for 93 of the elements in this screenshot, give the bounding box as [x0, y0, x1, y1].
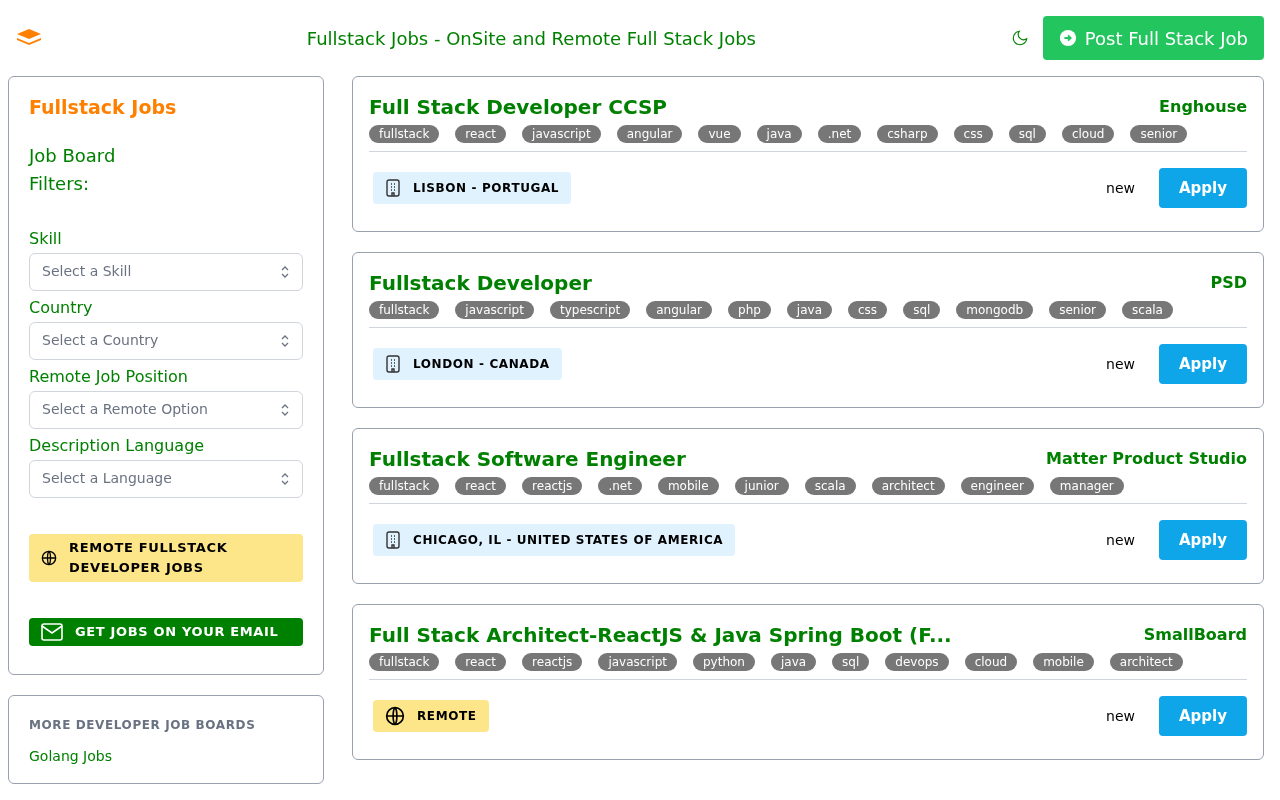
- company-name: PSD: [1210, 272, 1247, 294]
- tag[interactable]: fullstack: [369, 653, 440, 671]
- building-icon: [385, 355, 401, 373]
- sidebar-heading: Fullstack Jobs: [29, 95, 178, 120]
- tag[interactable]: architect: [1109, 653, 1183, 671]
- job-title[interactable]: Fullstack Developer: [369, 269, 592, 297]
- chevron-up-down-icon: [280, 402, 290, 417]
- tag[interactable]: architect: [871, 477, 945, 495]
- apply-button[interactable]: Apply: [1159, 344, 1247, 384]
- tag[interactable]: css: [953, 125, 993, 143]
- filter-label: Country: [29, 296, 94, 319]
- tag[interactable]: manager: [1049, 477, 1124, 495]
- filter-label: Skill: [29, 227, 63, 250]
- location-badge: CHICAGO, IL - UNITED STATES OF AMERICA: [373, 524, 736, 556]
- tag[interactable]: sql: [903, 301, 941, 319]
- tag[interactable]: mobile: [657, 477, 719, 495]
- tag[interactable]: angular: [646, 301, 712, 319]
- location-badge: LONDON - CANADA: [373, 348, 562, 380]
- tag[interactable]: scala: [1122, 301, 1173, 319]
- job-board-link[interactable]: Golang Jobs: [29, 745, 303, 767]
- moon-icon[interactable]: [1010, 29, 1029, 47]
- building-icon: [385, 531, 401, 549]
- tag[interactable]: javascript: [522, 125, 601, 143]
- tag[interactable]: javascript: [598, 653, 677, 671]
- apply-button[interactable]: Apply: [1159, 696, 1247, 736]
- tag[interactable]: sql: [1008, 125, 1046, 143]
- select-field[interactable]: Select a Country: [29, 321, 303, 360]
- filter-label: Description Language: [29, 434, 206, 457]
- tag[interactable]: fullstack: [369, 477, 440, 495]
- more-boards-heading: MORE DEVELOPER JOB BOARDS: [29, 716, 257, 734]
- tag[interactable]: vue: [698, 125, 741, 143]
- tag[interactable]: mobile: [1033, 653, 1094, 671]
- globe-icon: [41, 549, 57, 566]
- arrow-circle-icon: [1058, 29, 1077, 47]
- envelope-icon: [41, 622, 63, 641]
- tag[interactable]: engineer: [960, 477, 1034, 495]
- job-title[interactable]: Fullstack Software Engineer: [369, 445, 686, 473]
- tag[interactable]: reactjs: [522, 477, 583, 495]
- tag[interactable]: cloud: [1061, 125, 1115, 143]
- tag[interactable]: sql: [832, 653, 870, 671]
- tag[interactable]: junior: [734, 477, 789, 495]
- company-name: SmallBoard: [1143, 624, 1247, 646]
- tag[interactable]: javascript: [455, 301, 534, 319]
- job-title[interactable]: Full Stack Developer CCSP: [369, 93, 668, 121]
- job-title[interactable]: Full Stack Architect-ReactJS & Java Spring Boot (F...: [369, 621, 952, 649]
- status-label: new: [1106, 354, 1135, 374]
- chevron-up-down-icon: [280, 264, 290, 279]
- tag[interactable]: typescript: [549, 301, 631, 319]
- apply-button[interactable]: Apply: [1159, 168, 1247, 208]
- tag[interactable]: .net: [817, 125, 862, 143]
- tag[interactable]: react: [455, 653, 507, 671]
- tag[interactable]: .net: [598, 477, 642, 495]
- chevron-up-down-icon: [280, 333, 290, 348]
- tag[interactable]: scala: [804, 477, 856, 495]
- tag[interactable]: mongodb: [956, 301, 1034, 319]
- tag[interactable]: reactjs: [522, 653, 583, 671]
- email-jobs-button[interactable]: GET JOBS ON YOUR EMAIL: [29, 617, 303, 646]
- tag[interactable]: cloud: [964, 653, 1018, 671]
- select-field[interactable]: Select a Skill: [29, 252, 303, 291]
- status-label: new: [1106, 530, 1135, 550]
- filter-label: Remote Job Position: [29, 365, 189, 388]
- apply-button[interactable]: Apply: [1159, 520, 1247, 560]
- tag[interactable]: python: [692, 653, 755, 671]
- tag[interactable]: senior: [1049, 301, 1107, 319]
- filters-heading: Job Board Filters:: [29, 143, 117, 196]
- tag[interactable]: csharp: [877, 125, 938, 143]
- tag[interactable]: php: [728, 301, 771, 319]
- site-title: Fullstack Jobs - OnSite and Remote Full Stack Jobs: [306, 26, 756, 51]
- select-field[interactable]: Select a Language: [29, 459, 303, 498]
- tag[interactable]: senior: [1130, 125, 1188, 143]
- tag[interactable]: angular: [616, 125, 683, 143]
- layers-icon[interactable]: [16, 29, 42, 47]
- tag[interactable]: react: [455, 125, 507, 143]
- remote-jobs-button[interactable]: REMOTE FULLSTACK DEVELOPER JOBS: [29, 533, 303, 582]
- building-icon: [385, 179, 401, 197]
- tag[interactable]: java: [770, 653, 817, 671]
- chevron-up-down-icon: [280, 471, 290, 486]
- post-job-button[interactable]: Post Full Stack Job: [1042, 16, 1264, 60]
- location-badge: LISBON - PORTUGAL: [373, 172, 572, 204]
- status-label: new: [1106, 178, 1135, 198]
- status-label: new: [1106, 706, 1135, 726]
- company-name: Matter Product Studio: [1046, 448, 1247, 470]
- tag[interactable]: devops: [885, 653, 949, 671]
- tag[interactable]: react: [455, 477, 507, 495]
- tag[interactable]: java: [756, 125, 802, 143]
- location-badge: REMOTE: [373, 700, 489, 732]
- tag[interactable]: java: [786, 301, 832, 319]
- tag[interactable]: css: [848, 301, 888, 319]
- globe-icon: [385, 706, 405, 726]
- select-field[interactable]: Select a Remote Option: [29, 390, 303, 429]
- company-name: Enghouse: [1159, 96, 1247, 118]
- tag[interactable]: fullstack: [369, 125, 440, 143]
- tag[interactable]: fullstack: [369, 301, 440, 319]
